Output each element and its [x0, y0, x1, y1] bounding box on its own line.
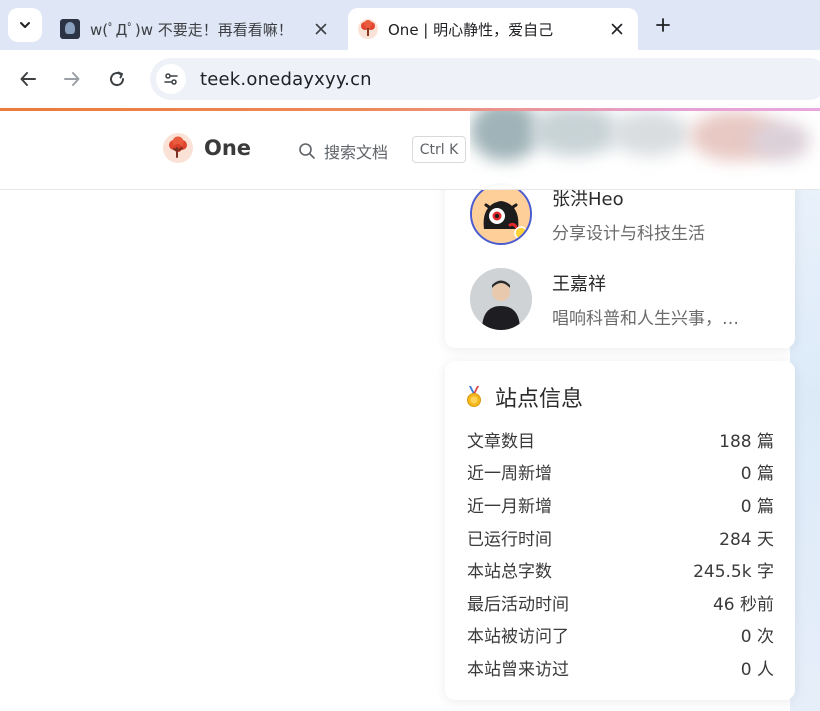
stat-label: 本站总字数 [467, 562, 552, 583]
stat-label: 近一月新增 [467, 496, 552, 517]
blurred-nav-area [470, 111, 820, 190]
site-navbar: One 搜索文档 Ctrl K [0, 111, 820, 190]
friend-name: 王嘉祥 [552, 273, 606, 295]
close-icon[interactable] [310, 18, 332, 40]
forward-button[interactable] [56, 63, 88, 95]
tree-logo-icon [163, 133, 193, 163]
stat-row-uptime: 已运行时间 284 天 [467, 521, 774, 554]
stat-row-month-new: 近一月新增 0 篇 [467, 488, 774, 521]
tree-logo-icon [358, 19, 378, 39]
stat-label: 文章数目 [467, 431, 535, 452]
friend-description: 唱响科普和人生兴事，… [552, 308, 739, 329]
stat-row-page-views: 本站被访问了 0 次 [467, 619, 774, 652]
stat-value: 284 天 [719, 529, 774, 550]
stat-value: 245.5k 字 [693, 562, 774, 583]
tab-favicon [60, 19, 80, 39]
stat-label: 本站曾来访过 [467, 659, 569, 680]
stat-value: 0 篇 [740, 464, 774, 485]
chevron-down-icon [20, 22, 30, 28]
close-icon[interactable] [606, 18, 628, 40]
address-bar[interactable]: teek.onedayxyy.cn [150, 58, 820, 100]
tab-inactive[interactable]: w(ﾟДﾟ)w 不要走！再看看嘛！ [50, 8, 342, 50]
browser-toolbar: teek.onedayxyy.cn [0, 50, 820, 108]
site-settings-icon[interactable] [156, 64, 186, 94]
stat-label: 已运行时间 [467, 529, 552, 550]
arrow-left-icon [20, 72, 36, 86]
url-text[interactable]: teek.onedayxyy.cn [200, 69, 372, 90]
friend-item[interactable]: 张洪Heo 分享设计与科技生活 [470, 183, 705, 245]
tab-title: w(ﾟДﾟ)w 不要走！再看看嘛！ [90, 20, 293, 39]
stat-label: 近一周新增 [467, 464, 552, 485]
stat-label: 本站被访问了 [467, 627, 569, 648]
stat-value: 188 篇 [719, 431, 774, 452]
tab-search-button[interactable] [8, 8, 42, 42]
search-shortcut-badge: Ctrl K [412, 136, 466, 163]
back-button[interactable] [12, 63, 44, 95]
page-content: One 搜索文档 Ctrl K 张洪Heo 分享设计与科技生活 王嘉祥 唱响科普… [0, 111, 820, 711]
search-button[interactable]: 搜索文档 [298, 139, 388, 163]
search-icon [299, 143, 315, 159]
stat-row-word-count: 本站总字数 245.5k 字 [467, 553, 774, 586]
reload-button[interactable] [101, 63, 133, 95]
tab-title: One | 明心静性，爱自己 [388, 20, 554, 39]
stat-row-visitors: 本站曾来访过 0 人 [467, 651, 774, 684]
medal-icon [467, 386, 481, 407]
tab-active[interactable]: One | 明心静性，爱自己 [348, 8, 638, 50]
site-name: One [204, 136, 252, 160]
stat-row-week-new: 近一周新增 0 篇 [467, 456, 774, 489]
plus-icon [656, 18, 670, 32]
site-info-list: 文章数目 188 篇 近一周新增 0 篇 近一月新增 0 篇 已运行时间 284 天 本… [467, 423, 774, 684]
friend-description: 分享设计与科技生活 [552, 223, 705, 244]
tab-strip: w(ﾟДﾟ)w 不要走！再看看嘛！ One | 明心静性，爱自己 [0, 0, 820, 50]
new-tab-button[interactable] [648, 10, 678, 40]
site-brand[interactable]: One [163, 133, 251, 163]
arrow-right-icon [64, 72, 80, 86]
site-info-card: 站点信息 文章数目 188 篇 近一周新增 0 篇 近一月新增 0 篇 已运行时间 28… [445, 361, 795, 700]
stat-row-article-count: 文章数目 188 篇 [467, 423, 774, 456]
avatar [470, 268, 532, 330]
stat-label: 最后活动时间 [467, 594, 569, 615]
site-info-title: 站点信息 [495, 387, 584, 412]
stat-value: 0 次 [740, 627, 774, 648]
friend-item[interactable]: 王嘉祥 唱响科普和人生兴事，… [470, 268, 739, 330]
avatar [470, 183, 532, 245]
search-label: 搜索文档 [324, 143, 389, 162]
stat-row-last-active: 最后活动时间 46 秒前 [467, 586, 774, 619]
stat-value: 0 人 [740, 659, 774, 680]
site-info-header: 站点信息 [465, 381, 583, 413]
stat-value: 46 秒前 [712, 594, 774, 615]
stat-value: 0 篇 [740, 496, 774, 517]
reload-icon [110, 71, 125, 87]
